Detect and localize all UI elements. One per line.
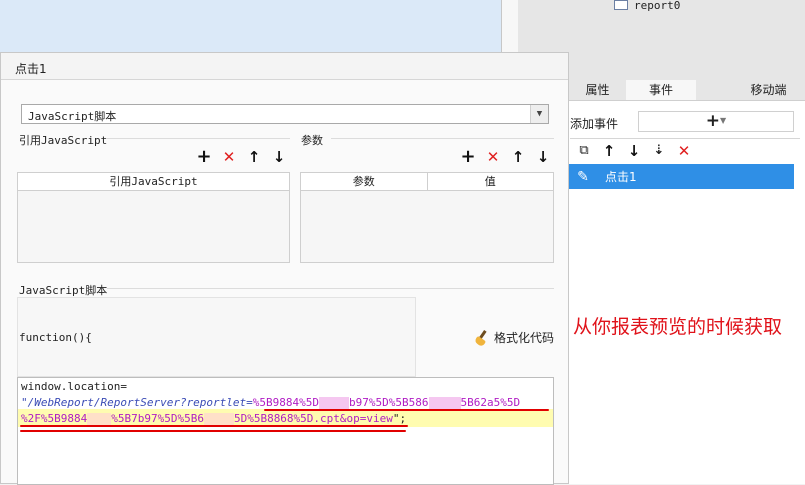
- code-line-1: window.location=: [21, 380, 127, 393]
- params-toolbar: + ✕ ↑ ↓: [459, 148, 552, 167]
- tab-properties[interactable]: 属性: [569, 80, 626, 100]
- property-tabs: 属性 事件 移动端: [569, 80, 805, 101]
- code-token: %2F%5B9884: [21, 412, 88, 425]
- event-toolbar: ⧉ ↑ ↓ ⇣ ✕: [575, 142, 693, 160]
- code-line-2: "/WebReport/ReportServer?reportlet=%5B98…: [21, 396, 520, 409]
- code-token: b97%5D%5B586: [349, 396, 429, 409]
- tab-mobile[interactable]: 移动端: [736, 80, 801, 100]
- code-token: 5D%5B8868%5D.cpt&op=view: [233, 412, 393, 425]
- broom-icon: [474, 330, 490, 346]
- code-editor[interactable]: window.location= "/WebReport/ReportServe…: [17, 377, 554, 485]
- add-icon[interactable]: +: [459, 148, 477, 166]
- script-type-select[interactable]: JavaScript脚本 ▼: [21, 104, 549, 124]
- ref-js-label: 引用JavaScript: [19, 134, 108, 147]
- divider: [570, 138, 800, 139]
- add-icon: +: [705, 111, 721, 131]
- red-underline-annotation: [20, 425, 408, 427]
- script-type-value: JavaScript脚本: [28, 110, 117, 123]
- chevron-down-icon[interactable]: ▼: [530, 105, 548, 123]
- add-event-label: 添加事件: [570, 117, 619, 131]
- move-up-icon[interactable]: ↑: [245, 148, 263, 166]
- code-token: %5B9884%5D: [252, 396, 320, 409]
- event-dialog: 点击1 JavaScript脚本 ▼ 引用JavaScript + ✕ ↑ ↓ …: [0, 52, 569, 485]
- move-down-icon[interactable]: ↓: [625, 142, 643, 160]
- code-token: %5B7b97%5D%5B6: [111, 412, 204, 425]
- blurred-segment: [319, 397, 350, 409]
- format-code-label: 格式化代码: [494, 331, 555, 345]
- table-header: 引用JavaScript: [18, 173, 289, 191]
- report-canvas: [0, 0, 502, 52]
- move-down-icon[interactable]: ↓: [270, 148, 288, 166]
- column-header: 值: [426, 173, 554, 190]
- event-list-item[interactable]: ✎ 点击1: [569, 164, 794, 189]
- tab-events[interactable]: 事件: [626, 80, 696, 100]
- report-icon: [614, 0, 628, 10]
- code-token: "/WebReport/ReportServer?reportlet=: [21, 396, 253, 409]
- dialog-title: 点击1: [1, 53, 568, 80]
- edit-icon: ✎: [577, 168, 589, 185]
- column-header: 参数: [352, 175, 375, 188]
- delete-icon[interactable]: ✕: [220, 148, 238, 166]
- copy-icon[interactable]: ⧉: [575, 142, 593, 160]
- annotation-text: 从你报表预览的时候获取: [573, 316, 783, 338]
- move-up-icon[interactable]: ↑: [509, 148, 527, 166]
- function-head: function(){: [19, 331, 92, 344]
- event-name: 点击1: [605, 170, 637, 184]
- table-header: 参数 值: [301, 173, 553, 191]
- code-line-3: %2F%5B9884 %5B7b97%5D%5B6 5D%5B8868%5D.cpt…: [21, 412, 406, 425]
- divider: [331, 138, 554, 139]
- divider: [107, 288, 554, 289]
- sort-down-icon[interactable]: ⇣: [650, 142, 668, 160]
- divider: [107, 138, 290, 139]
- tree-item-report0[interactable]: report0: [614, 0, 680, 12]
- ref-js-table: 引用JavaScript: [17, 172, 290, 263]
- add-event-button[interactable]: +▼: [638, 111, 794, 132]
- code-token: 5B62a5%5D: [460, 396, 521, 409]
- move-down-icon[interactable]: ↓: [534, 148, 552, 166]
- format-code-button[interactable]: 格式化代码: [474, 329, 554, 346]
- blurred-segment: [203, 413, 234, 425]
- tree-item-label: report0: [634, 0, 681, 12]
- ref-js-toolbar: + ✕ ↑ ↓: [195, 148, 288, 167]
- blurred-segment: [87, 413, 112, 425]
- red-underline-annotation: [264, 409, 549, 411]
- red-underline-annotation: [20, 430, 406, 432]
- blurred-segment: [428, 397, 461, 409]
- script-label: JavaScript脚本: [19, 284, 108, 297]
- delete-icon[interactable]: ✕: [484, 148, 502, 166]
- move-up-icon[interactable]: ↑: [600, 142, 618, 160]
- chevron-down-icon: ▼: [720, 116, 727, 125]
- code-token: ";: [392, 412, 407, 425]
- canvas-scroll-strip: [502, 0, 518, 52]
- params-table: 参数 值: [300, 172, 554, 263]
- params-label: 参数: [301, 134, 323, 147]
- delete-icon[interactable]: ✕: [675, 142, 693, 160]
- column-header: 引用JavaScript: [109, 175, 198, 188]
- add-icon[interactable]: +: [195, 148, 213, 166]
